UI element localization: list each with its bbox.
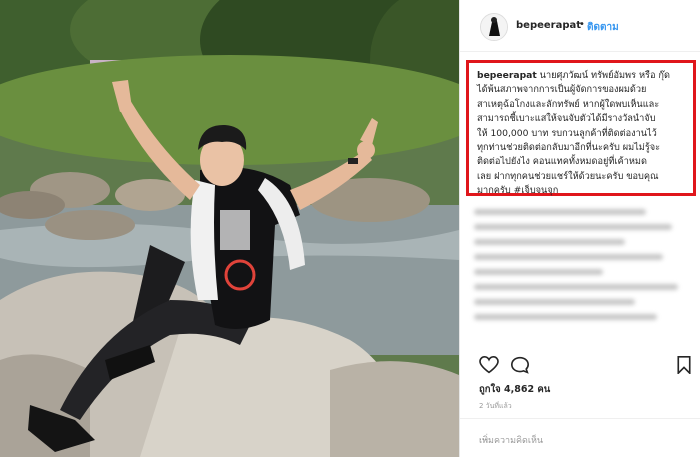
bookmark-icon[interactable]	[676, 356, 692, 378]
caption-line: ทุกท่านช่วยติดต่อกลับมาอีกที่นะครับ ผมไม…	[477, 142, 661, 154]
caption-line: ให้ 100,000 บาท รบกวนลูกค้าที่ติดต่องานไ…	[477, 127, 657, 139]
caption-username[interactable]: bepeerapat	[477, 70, 537, 81]
likes-count[interactable]: ถูกใจ 4,862 คน	[479, 382, 550, 397]
follow-button[interactable]: ติดตาม	[587, 20, 619, 35]
post-header: bepeerapat • ติดตาม	[460, 0, 700, 52]
separator-dot: •	[579, 19, 585, 30]
caption-line: ติดต่อไปยังไง คอนแทคทั้งหมดอยู่ที่เค้าหม…	[477, 156, 647, 168]
comment-icon[interactable]	[510, 356, 530, 378]
action-bar	[460, 352, 700, 380]
add-comment-input[interactable]: เพิ่มความคิดเห็น	[479, 433, 543, 447]
avatar[interactable]	[480, 13, 508, 41]
heart-icon[interactable]	[479, 355, 499, 378]
caption-line: สามารถชี้เบาะแสให้จนจับตัวได้มีรางวัลนำจ…	[477, 113, 656, 125]
more-options-button[interactable]: ...	[479, 433, 488, 443]
caption-highlight: bepeerapat นายศุภวัฒน์ ทรัพย์อัมพร หรือ …	[466, 60, 696, 196]
caption-line: สาเหตุฉ้อโกงและลักทรัพย์ หากผู้ใดพบเห็นแ…	[477, 98, 660, 110]
post-photo[interactable]	[0, 0, 459, 457]
caption-line: ได้พ้นสภาพจากการเป็นผู้จัดการของผมด้วย	[477, 84, 647, 96]
avatar-image	[481, 14, 507, 40]
username-link[interactable]: bepeerapat	[516, 20, 581, 31]
caption-line: มากครับ #เจ็บจนจุก	[477, 185, 559, 197]
caption-text: bepeerapat นายศุภวัฒน์ ทรัพย์อัมพร หรือ …	[477, 69, 687, 199]
blurred-comments	[474, 200, 689, 340]
caption-line: เลย ฝากทุกคนช่วยแชร์ให้ด้วยนะครับ ขอบคุณ	[477, 170, 659, 182]
post-sidebar: bepeerapat • ติดตาม bepeerapat นายศุภวัฒ…	[459, 0, 700, 457]
post-timestamp[interactable]: 2 วันที่แล้ว	[479, 401, 512, 412]
photo-scene	[0, 0, 459, 457]
caption-line: นายศุภวัฒน์ ทรัพย์อัมพร หรือ กุ๊ด	[539, 70, 670, 81]
add-comment-bar: เพิ่มความคิดเห็น ...	[460, 418, 700, 457]
